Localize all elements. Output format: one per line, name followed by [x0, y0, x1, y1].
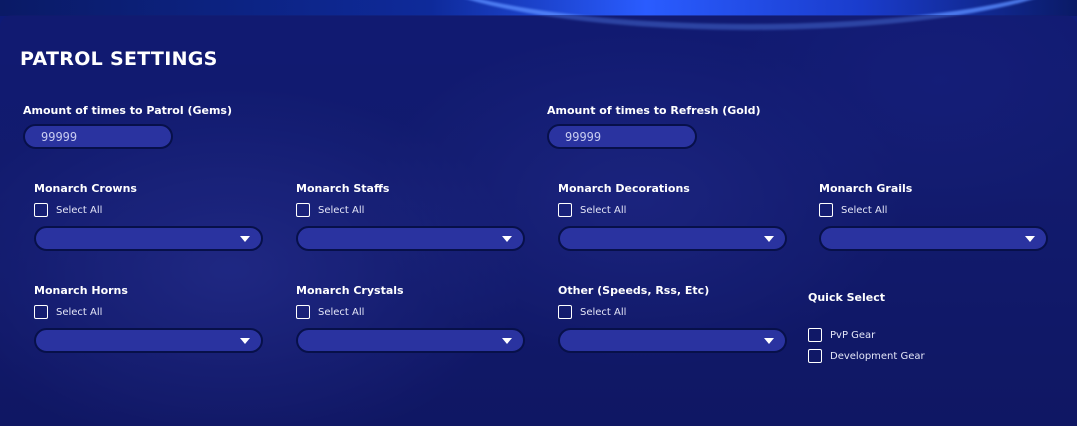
dropdown-other[interactable] — [558, 328, 787, 353]
chevron-down-icon — [764, 338, 774, 344]
panel-title: PATROL SETTINGS — [20, 48, 218, 70]
category-label-staffs: Monarch Staffs — [296, 182, 390, 195]
refresh-amount-input[interactable] — [547, 124, 697, 149]
checkbox-icon[interactable] — [296, 203, 310, 217]
select-all-label: Select All — [56, 204, 103, 216]
checkbox-icon[interactable] — [296, 305, 310, 319]
select-all-label: Select All — [580, 204, 627, 216]
checkbox-icon[interactable] — [34, 305, 48, 319]
chevron-down-icon — [502, 338, 512, 344]
select-all-label: Select All — [56, 306, 103, 318]
select-all-decorations[interactable]: Select All — [558, 203, 626, 217]
patrol-amount-label: Amount of times to Patrol (Gems) — [23, 104, 233, 117]
quick-select-option-label: Development Gear — [830, 350, 925, 362]
dropdown-crystals[interactable] — [296, 328, 525, 353]
quick-select-development-gear[interactable]: Development Gear — [808, 349, 925, 363]
select-all-crystals[interactable]: Select All — [296, 305, 364, 319]
checkbox-icon[interactable] — [808, 349, 822, 363]
chevron-down-icon — [1025, 236, 1035, 242]
quick-select-label: Quick Select — [808, 291, 886, 304]
quick-select-option-label: PvP Gear — [830, 329, 876, 341]
checkbox-icon[interactable] — [808, 328, 822, 342]
dropdown-grails[interactable] — [819, 226, 1048, 251]
dropdown-crowns[interactable] — [34, 226, 263, 251]
category-label-other: Other (Speeds, Rss, Etc) — [558, 284, 710, 297]
patrol-amount-input[interactable] — [23, 124, 173, 149]
category-label-horns: Monarch Horns — [34, 284, 128, 297]
refresh-amount-label: Amount of times to Refresh (Gold) — [547, 104, 761, 117]
select-all-other[interactable]: Select All — [558, 305, 626, 319]
category-label-decorations: Monarch Decorations — [558, 182, 690, 195]
select-all-horns[interactable]: Select All — [34, 305, 102, 319]
select-all-label: Select All — [318, 306, 365, 318]
select-all-label: Select All — [318, 204, 365, 216]
chevron-down-icon — [502, 236, 512, 242]
checkbox-icon[interactable] — [558, 305, 572, 319]
chevron-down-icon — [764, 236, 774, 242]
checkbox-icon[interactable] — [34, 203, 48, 217]
chevron-down-icon — [240, 236, 250, 242]
dropdown-staffs[interactable] — [296, 226, 525, 251]
select-all-grails[interactable]: Select All — [819, 203, 887, 217]
chevron-down-icon — [240, 338, 250, 344]
quick-select-pvp-gear[interactable]: PvP Gear — [808, 328, 875, 342]
select-all-crowns[interactable]: Select All — [34, 203, 102, 217]
checkbox-icon[interactable] — [558, 203, 572, 217]
category-label-grails: Monarch Grails — [819, 182, 913, 195]
select-all-label: Select All — [580, 306, 627, 318]
dropdown-decorations[interactable] — [558, 226, 787, 251]
checkbox-icon[interactable] — [819, 203, 833, 217]
dropdown-horns[interactable] — [34, 328, 263, 353]
category-label-crowns: Monarch Crowns — [34, 182, 137, 195]
select-all-staffs[interactable]: Select All — [296, 203, 364, 217]
select-all-label: Select All — [841, 204, 888, 216]
category-label-crystals: Monarch Crystals — [296, 284, 404, 297]
patrol-settings-panel — [0, 15, 1077, 426]
